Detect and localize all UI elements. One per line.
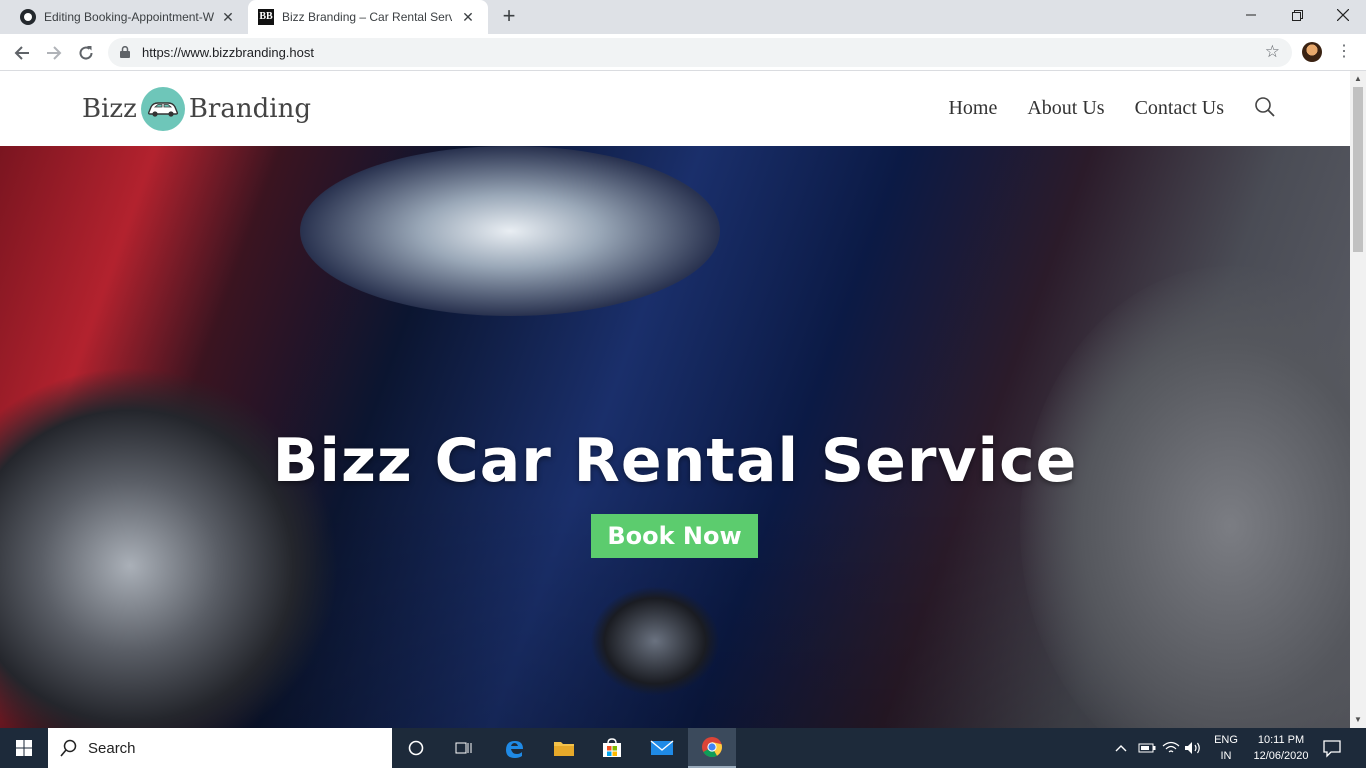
car-logo-icon	[140, 87, 185, 131]
start-button[interactable]	[0, 728, 48, 768]
close-window-button[interactable]	[1320, 0, 1366, 30]
windows-logo-icon	[16, 740, 32, 756]
reload-icon	[79, 46, 93, 60]
logo-text-right: Branding	[188, 94, 311, 124]
grille-shape	[0, 366, 340, 728]
hero-banner: Bizz Car Rental Service Book Now	[0, 146, 1350, 728]
mail-icon	[650, 740, 674, 755]
tab-title: Editing Booking-Appointment-W	[44, 10, 214, 24]
arrow-right-icon	[47, 46, 62, 60]
close-icon	[1337, 9, 1349, 21]
search-icon	[60, 739, 77, 757]
cortana-icon	[408, 740, 424, 756]
folder-icon	[554, 742, 574, 756]
lock-icon	[120, 46, 130, 58]
tab-bizz-branding[interactable]: BB Bizz Branding – Car Rental Servic ✕	[248, 0, 488, 34]
url-text[interactable]: https://www.bizzbranding.host	[142, 45, 314, 60]
language-indicator[interactable]: ENG IN	[1210, 732, 1242, 764]
main-nav: Home About Us Contact Us	[948, 97, 1224, 120]
browser-menu-icon[interactable]: ⋮	[1334, 42, 1354, 62]
wifi-icon[interactable]	[1162, 728, 1180, 768]
edge-icon	[506, 741, 523, 758]
browser-tab-strip: Editing Booking-Appointment-W ✕ BB Bizz …	[0, 0, 1366, 34]
address-bar[interactable]: https://www.bizzbranding.host ☆	[108, 38, 1292, 67]
close-tab-icon[interactable]: ✕	[220, 9, 236, 25]
notification-center-icon[interactable]	[1322, 738, 1342, 758]
nav-contact-us[interactable]: Contact Us	[1135, 97, 1224, 120]
tab-editing-booking[interactable]: Editing Booking-Appointment-W ✕	[8, 0, 248, 34]
scroll-thumb[interactable]	[1353, 87, 1363, 252]
store-button[interactable]	[588, 728, 636, 768]
taskbar-search-label: Search	[88, 740, 136, 757]
tray-chevron-icon[interactable]	[1114, 728, 1128, 768]
clock-date: 12/06/2020	[1253, 750, 1309, 762]
nav-home[interactable]: Home	[948, 97, 997, 120]
close-tab-icon[interactable]: ✕	[460, 9, 476, 25]
browser-toolbar: https://www.bizzbranding.host ☆ ⋮	[0, 34, 1366, 71]
back-button[interactable]	[8, 39, 36, 67]
system-clock[interactable]: 10:11 PM 12/06/2020	[1250, 732, 1312, 764]
scroll-down-icon[interactable]: ▼	[1350, 712, 1366, 728]
hero-title: Bizz Car Rental Service	[272, 426, 1078, 496]
cortana-button[interactable]	[392, 728, 440, 768]
book-now-button[interactable]: Book Now	[591, 514, 758, 558]
restore-button[interactable]	[1274, 0, 1320, 30]
clock-time: 10:11 PM	[1257, 734, 1305, 746]
mail-button[interactable]	[638, 728, 686, 768]
profile-avatar[interactable]	[1302, 42, 1322, 62]
tab-title: Bizz Branding – Car Rental Servic	[282, 10, 452, 24]
site-header: Bizz Branding Home About Us Contact Us	[0, 71, 1350, 146]
windows-taskbar: Search ENG IN 10:11 PM 12/06/2020	[0, 728, 1366, 768]
bumper-light-shape	[590, 586, 720, 696]
nav-about-us[interactable]: About Us	[1027, 97, 1104, 120]
minimize-button[interactable]	[1228, 0, 1274, 30]
task-view-button[interactable]	[440, 728, 488, 768]
volume-icon[interactable]	[1184, 728, 1204, 768]
taskbar-search-box[interactable]: Search	[48, 728, 392, 768]
forward-button[interactable]	[40, 39, 68, 67]
chrome-taskbar-button[interactable]	[688, 728, 736, 768]
minimize-icon	[1246, 14, 1256, 16]
store-icon	[603, 738, 621, 757]
github-icon	[20, 9, 36, 25]
battery-icon[interactable]	[1138, 728, 1156, 768]
page-scrollbar[interactable]: ▲ ▼	[1350, 71, 1366, 728]
chrome-icon	[702, 737, 722, 758]
bb-favicon-icon: BB	[258, 9, 274, 25]
scroll-up-icon[interactable]: ▲	[1350, 71, 1366, 87]
search-icon[interactable]	[1254, 96, 1276, 118]
edge-button[interactable]	[490, 728, 538, 768]
restore-icon	[1291, 9, 1303, 21]
arrow-left-icon	[14, 46, 29, 60]
file-explorer-button[interactable]	[540, 728, 588, 768]
new-tab-button[interactable]: +	[498, 5, 520, 28]
language-code: ENG	[1214, 734, 1238, 746]
site-logo[interactable]: Bizz Branding	[82, 87, 311, 131]
reload-button[interactable]	[72, 39, 100, 67]
headlight-shape	[300, 146, 720, 316]
region-code: IN	[1220, 750, 1232, 762]
bookmark-star-icon[interactable]: ☆	[1265, 42, 1280, 62]
web-page: Bizz Branding Home About Us Contact Us B…	[0, 71, 1350, 728]
task-view-icon	[455, 742, 472, 754]
logo-text-left: Bizz	[82, 94, 137, 124]
road-shape	[1020, 266, 1350, 728]
